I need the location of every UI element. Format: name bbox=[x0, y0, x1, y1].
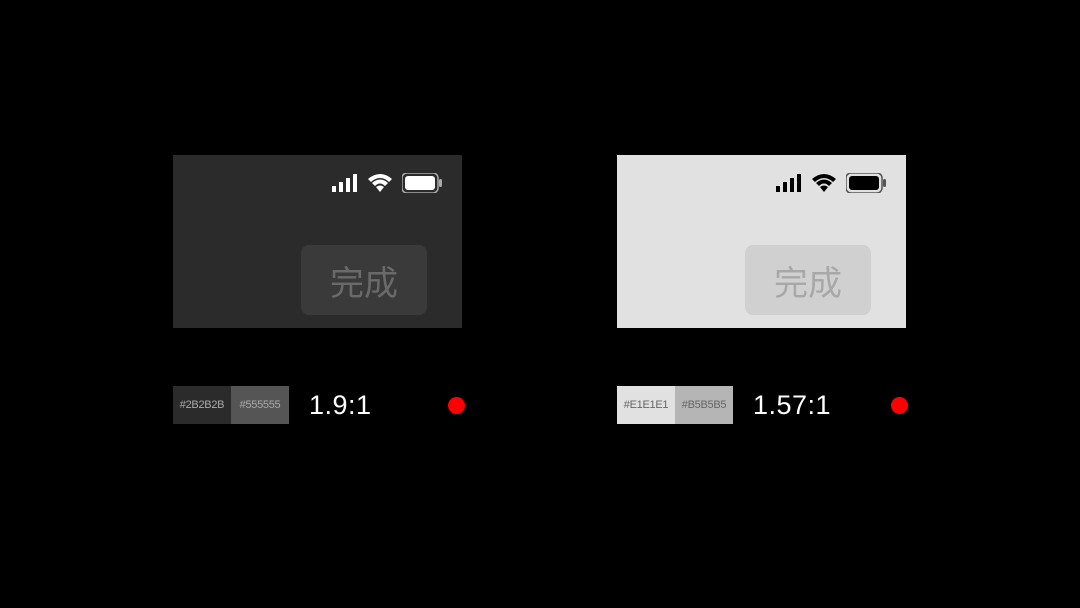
wifi-icon bbox=[368, 174, 392, 197]
status-bar bbox=[776, 173, 886, 198]
color-swatch-pair: #E1E1E1 #B5B5B5 bbox=[617, 386, 733, 424]
done-button-label: 完成 bbox=[330, 256, 398, 305]
color-swatch-2: #B5B5B5 bbox=[675, 386, 733, 424]
dark-contrast-legend: #2B2B2B #555555 1.9:1 bbox=[173, 386, 467, 424]
battery-icon bbox=[846, 173, 886, 198]
fail-indicator-dot bbox=[448, 397, 465, 414]
light-mode-panel: 完成 bbox=[617, 155, 906, 328]
swatch-hex-label: #B5B5B5 bbox=[682, 399, 726, 411]
color-swatch-pair: #2B2B2B #555555 bbox=[173, 386, 289, 424]
color-swatch-2: #555555 bbox=[231, 386, 289, 424]
wifi-icon bbox=[812, 174, 836, 197]
color-swatch-1: #E1E1E1 bbox=[617, 386, 675, 424]
swatch-hex-label: #2B2B2B bbox=[180, 399, 224, 411]
swatch-hex-label: #555555 bbox=[240, 399, 281, 411]
dark-mode-panel: 完成 bbox=[173, 155, 462, 328]
fail-indicator-dot bbox=[891, 397, 908, 414]
contrast-ratio-value: 1.57:1 bbox=[753, 390, 831, 421]
signal-icon bbox=[776, 174, 802, 197]
color-swatch-1: #2B2B2B bbox=[173, 386, 231, 424]
light-contrast-legend: #E1E1E1 #B5B5B5 1.57:1 bbox=[617, 386, 911, 424]
done-button-light[interactable]: 完成 bbox=[745, 245, 871, 315]
done-button-dark[interactable]: 完成 bbox=[301, 245, 427, 315]
battery-icon bbox=[402, 173, 442, 198]
done-button-label: 完成 bbox=[774, 256, 842, 305]
status-bar bbox=[332, 173, 442, 198]
contrast-ratio-value: 1.9:1 bbox=[309, 390, 372, 421]
signal-icon bbox=[332, 174, 358, 197]
swatch-hex-label: #E1E1E1 bbox=[624, 399, 668, 411]
